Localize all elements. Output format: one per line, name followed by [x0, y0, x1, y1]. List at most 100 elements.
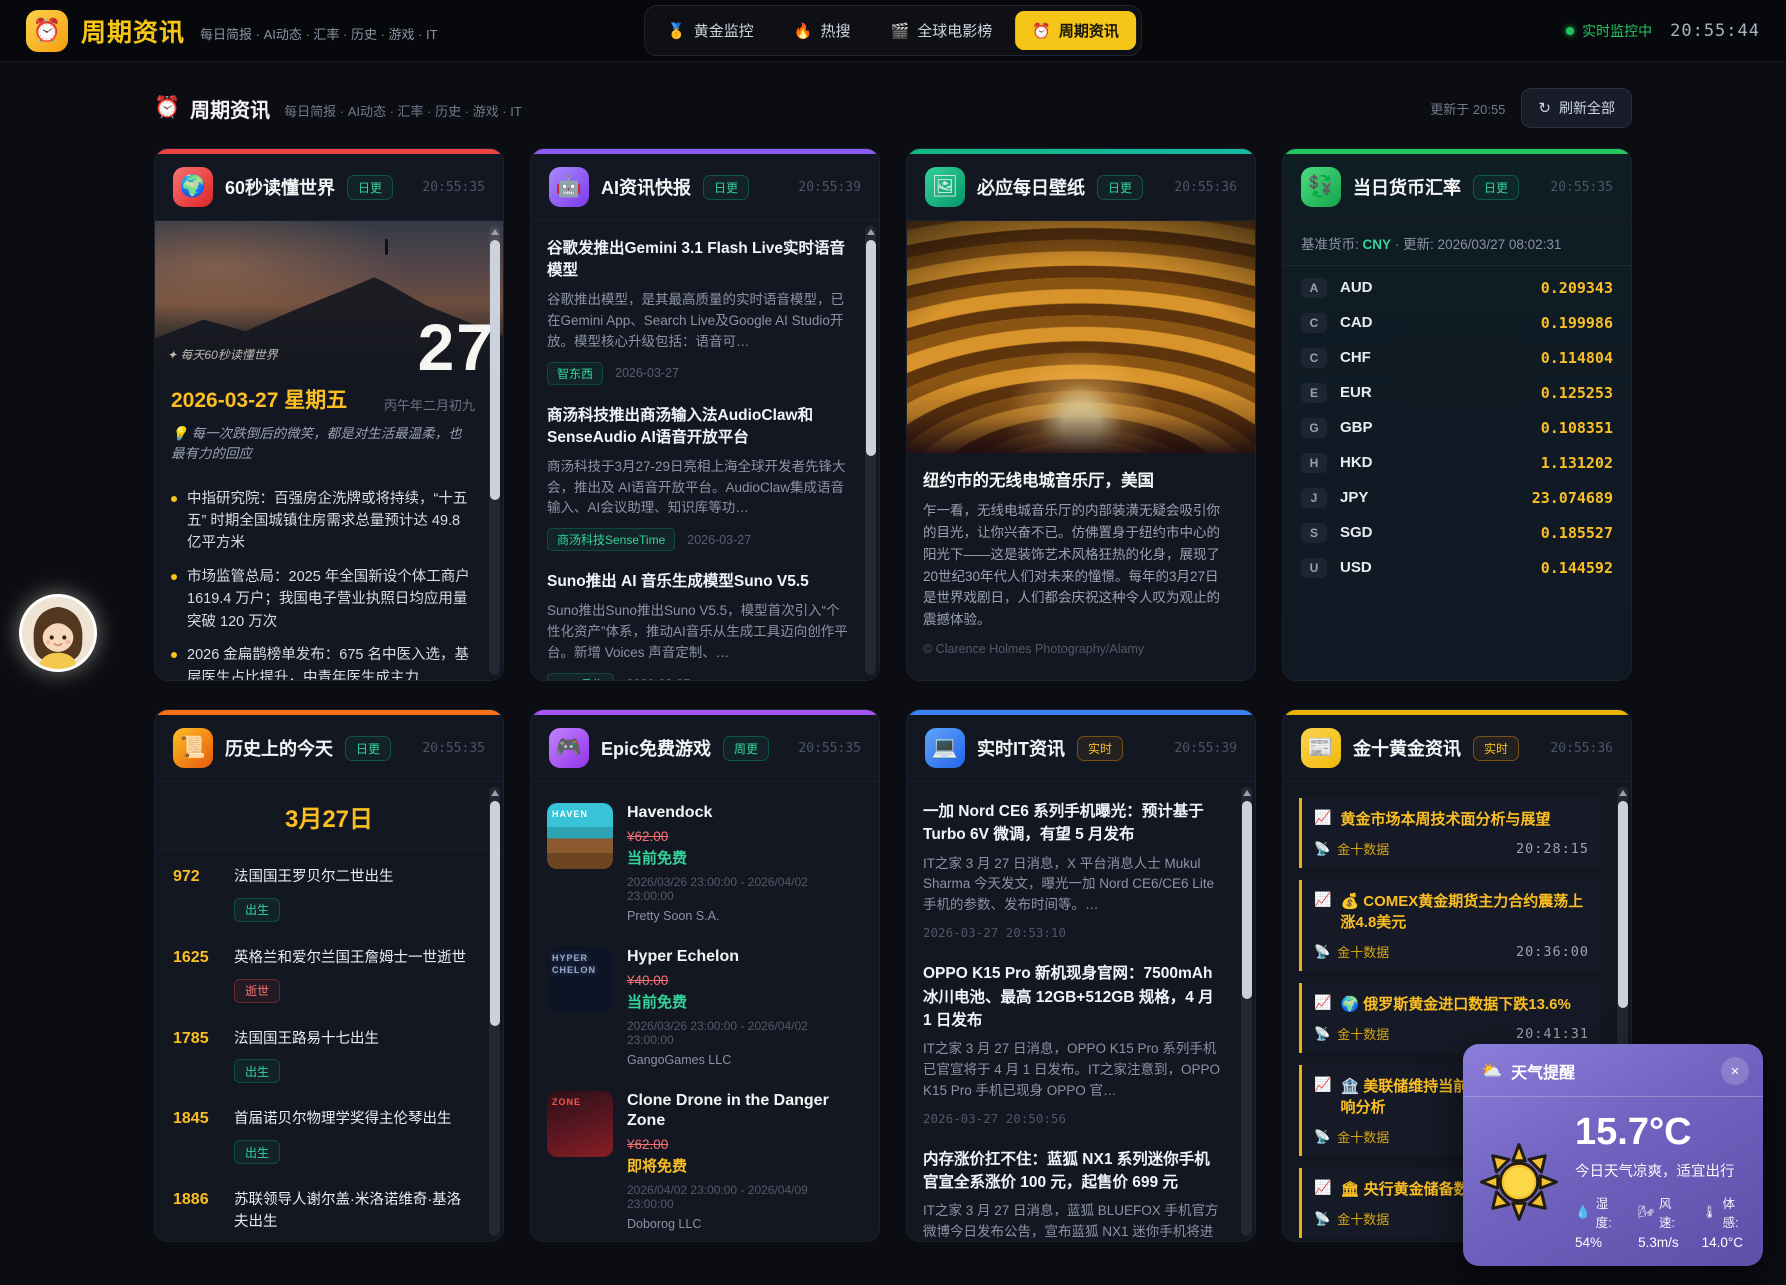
nav-tab-label: 全球电影榜 — [917, 20, 992, 41]
news-date: 2026-03-27 — [615, 366, 679, 380]
game-item[interactable]: ZONE Clone Drone in the Danger Zone ¥62.… — [547, 1091, 849, 1232]
currency-rate-value: 23.074689 — [1532, 489, 1613, 507]
card-refresh-time: 20:55:35 — [798, 741, 861, 756]
fx-rate-row[interactable]: J JPY 23.074689 — [1301, 480, 1613, 515]
date-row: 2026-03-27 星期五 丙午年二月初九 — [155, 371, 503, 418]
history-year: 1845 — [173, 1109, 219, 1164]
it-news-item[interactable]: OPPO K15 Pro 新机现身官网：7500mAh 冰川电池、最高 12GB… — [923, 962, 1225, 1126]
card-header: 📜 历史上的今天 日更 20:55:35 — [155, 715, 503, 782]
gold-news-item[interactable]: 📈 💰 COMEX黄金期货主力合约震荡上涨4.8美元 📡金十数据 20:36:0… — [1299, 880, 1601, 971]
fx-rate-row[interactable]: C CHF 0.114804 — [1301, 340, 1613, 375]
scrollbar-thumb[interactable] — [490, 240, 500, 500]
nav-tab-hot-search[interactable]: 🔥 热搜 — [777, 11, 868, 50]
history-item[interactable]: 1845 首届诺贝尔物理学奖得主伦琴出生 出生 — [171, 1096, 473, 1177]
satellite-icon: 📡 — [1314, 1129, 1330, 1145]
avatar-girl-illustration — [22, 597, 94, 669]
scrollbar-thumb[interactable] — [1242, 801, 1252, 999]
gold-news-source: 📡金十数据 — [1314, 1127, 1389, 1146]
nav-tab-periodic-news[interactable]: ⏰ 周期资讯 — [1015, 11, 1136, 50]
game-original-price: ¥62.00 — [627, 1137, 849, 1152]
weather-stat-icon: 🌬 — [1638, 1205, 1654, 1220]
gold-news-item[interactable]: 📈 黄金市场本周技术面分析与展望 📡金十数据 20:28:15 — [1299, 798, 1601, 868]
nav-tab-global-movies[interactable]: 🎬 全球电影榜 — [874, 11, 1010, 50]
source-tag: 商汤科技SenseTime — [547, 528, 675, 551]
fx-rate-row[interactable]: U USD 0.144592 — [1301, 550, 1613, 585]
medal-icon: 🥇 — [667, 22, 686, 40]
scroll-up-arrow[interactable] — [867, 229, 875, 235]
history-item[interactable]: 1785 法国国王路易十七出生 出生 — [171, 1016, 473, 1097]
fx-rate-row[interactable]: A AUD 0.209343 — [1301, 270, 1613, 305]
scrollbar[interactable] — [489, 226, 500, 675]
daily-news-image[interactable]: 27 ✦ 每天60秒读懂世界 — [155, 221, 503, 371]
navbar-clock: 20:55:44 — [1670, 21, 1760, 41]
refresh-all-button[interactable]: ↻ 刷新全部 — [1521, 88, 1632, 128]
history-event-title: 首届诺贝尔物理学奖得主伦琴出生 — [234, 1109, 452, 1131]
ai-news-item[interactable]: Suno推出 AI 音乐生成模型Suno V5.5 Suno推出Suno推出Su… — [547, 571, 849, 680]
ai-news-title: 商汤科技推出商汤输入法AudioClaw和SenseAudio AI语音开放平台 — [547, 405, 849, 450]
laptop-glyph: 💻 — [932, 736, 958, 760]
scroll-up-arrow[interactable] — [1619, 790, 1627, 796]
game-publisher: Doborog LLC — [627, 1217, 849, 1231]
scrollbar-thumb[interactable] — [866, 240, 876, 456]
nav-tab-gold-monitor[interactable]: 🥇 黄金监控 — [650, 11, 771, 50]
sun-icon — [1477, 1113, 1561, 1250]
it-news-item[interactable]: 一加 Nord CE6 系列手机曝光：预计基于 Turbo 6V 微调，有望 5… — [923, 800, 1225, 940]
gold-news-item[interactable]: 📈 🌍 俄罗斯黄金进口数据下跌13.6% 📡金十数据 20:41:31 — [1299, 983, 1601, 1053]
game-item[interactable]: HYPER CHELON Hyper Echelon ¥40.00 当前免费 2… — [547, 947, 849, 1067]
card-body: 谷歌发推出Gemini 3.1 Flash Live实时语音模型 谷歌推出模型，… — [531, 221, 879, 680]
card-body: 27 ✦ 每天60秒读懂世界 2026-03-27 星期五 丙午年二月初九 💡 … — [155, 221, 503, 680]
history-event-title: 苏联领导人谢尔盖·米洛诺维奇·基洛夫出生 — [234, 1190, 471, 1234]
news-list: 中指研究院：百强房企洗牌或将持续，“十五五” 时期全国城镇住房需求总量预计达 4… — [155, 475, 503, 681]
news-item[interactable]: 中指研究院：百强房企洗牌或将持续，“十五五” 时期全国城镇住房需求总量预计达 4… — [171, 488, 475, 555]
history-item[interactable]: 1625 英格兰和爱尔兰国王詹姆士一世逝世 逝世 — [171, 935, 473, 1016]
fx-base-meta: 基准货币: CNY · 更新: 2026/03/27 08:02:31 — [1283, 221, 1631, 266]
scroll-up-arrow[interactable] — [1243, 790, 1251, 796]
gold-news-title: 黄金市场本周技术面分析与展望 — [1340, 809, 1550, 830]
weather-body: 15.7°C 今日天气凉爽，适宜出行 💧湿度: 54% 🌬风速: 5.3m/s — [1463, 1097, 1763, 1266]
scroll-up-arrow[interactable] — [491, 790, 499, 796]
app-title: 周期资讯 — [81, 13, 185, 49]
scroll-up-arrow[interactable] — [491, 229, 499, 235]
picture-glyph: 🖼 — [932, 175, 959, 199]
card-ai-news: 🤖 AI资讯快报 日更 20:55:39 谷歌发推出Gemini 3.1 Fla… — [530, 148, 880, 681]
image-day-number: 27 — [418, 309, 495, 371]
game-item[interactable]: HAVEN Havendock ¥62.00 当前免费 2026/03/26 2… — [547, 803, 849, 923]
currency-rate-value: 0.108351 — [1541, 419, 1613, 437]
ai-news-item[interactable]: 谷歌发推出Gemini 3.1 Flash Live实时语音模型 谷歌推出模型，… — [547, 238, 849, 385]
weather-stat-label: 🌡体感: — [1702, 1193, 1747, 1231]
weather-close-button[interactable]: × — [1721, 1057, 1749, 1085]
scrollbar[interactable] — [489, 787, 500, 1236]
scroll-icon: 📜 — [173, 728, 213, 768]
it-news-item[interactable]: 内存涨价扛不住：蓝狐 NX1 系列迷你手机官宣全系涨价 100 元，起售价 69… — [923, 1148, 1225, 1241]
assistant-avatar[interactable] — [19, 594, 97, 672]
fx-rate-row[interactable]: C CAD 0.199986 — [1301, 305, 1613, 340]
gold-news-meta: 📡金十数据 20:41:31 — [1314, 1024, 1589, 1043]
history-item[interactable]: 972 法国国王罗贝尔二世出生 出生 — [171, 854, 473, 935]
card-title: 当日货币汇率 — [1353, 174, 1461, 200]
wallpaper-text: 纽约市的无线电城音乐厅，美国 乍一看，无线电城音乐厅的内部装潢无疑会吸引你的目光… — [907, 453, 1255, 666]
gold-news-source: 📡金十数据 — [1314, 942, 1389, 961]
card-refresh-time: 20:55:35 — [422, 741, 485, 756]
card-refresh-time: 20:55:35 — [422, 180, 485, 195]
scrollbar[interactable] — [865, 226, 876, 675]
news-item[interactable]: 2026 金扁鹊榜单发布：675 名中医入选，基层医生占比提升，中青年医生成主力 — [171, 644, 475, 680]
scrollbar-thumb[interactable] — [490, 801, 500, 1026]
chart-up-icon: 📈 — [1314, 1179, 1331, 1196]
navbar-right: 实时监控中 20:55:44 — [1566, 21, 1760, 41]
scrollbar-thumb[interactable] — [1618, 801, 1628, 1008]
chart-up-icon: 📈 — [1314, 1076, 1331, 1093]
image-watermark: ✦ 每天60秒读懂世界 — [167, 346, 278, 363]
history-year: 1886 — [173, 1190, 219, 1241]
scrollbar[interactable] — [1241, 787, 1252, 1236]
fx-rate-row[interactable]: G GBP 0.108351 — [1301, 410, 1613, 445]
fx-rate-row[interactable]: H HKD 1.131202 — [1301, 445, 1613, 480]
wallpaper-image[interactable] — [907, 221, 1255, 453]
gold-news-source: 📡金十数据 — [1314, 1024, 1389, 1043]
ai-news-item[interactable]: 商汤科技推出商汤输入法AudioClaw和SenseAudio AI语音开放平台… — [547, 405, 849, 552]
app-logo[interactable]: ⏰ — [26, 10, 68, 52]
fx-rate-row[interactable]: E EUR 0.125253 — [1301, 375, 1613, 410]
fx-rate-row[interactable]: S SGD 0.185527 — [1301, 515, 1613, 550]
news-item[interactable]: 市场监管总局：2025 年全国新设个体工商户 1619.4 万户；我国电子营业执… — [171, 566, 475, 633]
history-item[interactable]: 1886 苏联领导人谢尔盖·米洛诺维奇·基洛夫出生 出生 — [171, 1177, 473, 1241]
nav-tab-label: 热搜 — [820, 20, 850, 41]
